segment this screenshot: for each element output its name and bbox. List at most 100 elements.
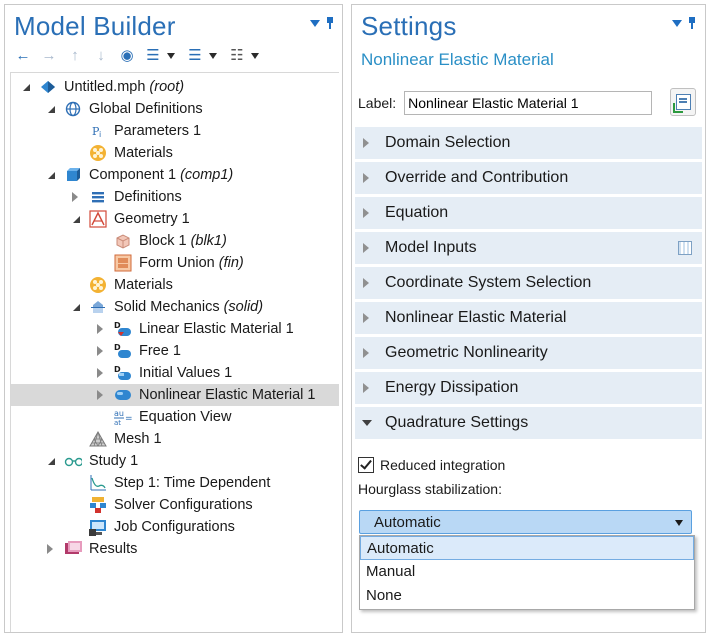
section-label: Nonlinear Elastic Material (385, 309, 567, 326)
section-header[interactable]: Nonlinear Elastic Material (355, 302, 702, 337)
section-label: Coordinate System Selection (385, 274, 592, 291)
tree-item-text: Materials (114, 277, 173, 293)
collapse-node-icon[interactable] (44, 455, 56, 467)
tree-item-label: Definitions (114, 189, 182, 205)
collapse-node-icon[interactable] (44, 169, 56, 181)
tree-item[interactable]: D Free 1 (11, 340, 339, 362)
tree-item[interactable]: D Initial Values 1 (11, 362, 339, 384)
free-icon: D (114, 342, 132, 360)
tree-item[interactable]: Solver Configurations (11, 494, 339, 516)
expand-node-icon[interactable] (94, 323, 106, 335)
section-header[interactable]: Energy Dissipation (355, 372, 702, 407)
tree-options-caret-icon[interactable] (251, 53, 259, 59)
tree-item[interactable]: Geometry 1 (11, 208, 339, 230)
tree-item[interactable]: auat =f Equation View (11, 406, 339, 428)
tree-item[interactable]: Solid Mechanics (solid) (11, 296, 339, 318)
globe-icon (64, 100, 82, 118)
panel-menu-icon[interactable] (672, 19, 682, 27)
expand-node-icon[interactable] (94, 367, 106, 379)
reduced-integration-row[interactable]: Reduced integration (358, 455, 699, 475)
pin-icon[interactable] (688, 17, 696, 29)
expand-node-icon[interactable] (94, 345, 106, 357)
tree-item-text: Parameters 1 (114, 123, 202, 139)
tree-item[interactable]: D Linear Elastic Material 1 (11, 318, 339, 340)
expand-sections-caret-icon[interactable] (167, 53, 175, 59)
collapse-node-icon[interactable] (19, 81, 31, 93)
expand-node-icon[interactable] (94, 389, 106, 401)
nonlinear-elastic-icon (114, 386, 132, 404)
tree-item[interactable]: Step 1: Time Dependent (11, 472, 339, 494)
model-tree: Untitled.mph (root) Global Definitions Pi Pa… (10, 72, 339, 632)
section-header[interactable]: Model Inputs (355, 232, 702, 267)
solver-config-icon (89, 496, 107, 514)
section-header[interactable]: Quadrature Settings (355, 407, 702, 442)
settings-subtitle: Nonlinear Elastic Material (361, 50, 554, 69)
svg-text:=f: =f (125, 414, 132, 424)
expand-node-icon[interactable] (44, 543, 56, 555)
section-header[interactable]: Override and Contribution (355, 162, 702, 197)
collapse-sections-caret-icon[interactable] (209, 53, 217, 59)
svg-text:at: at (114, 419, 121, 426)
tree-item-text: Free 1 (139, 343, 181, 359)
tree-item[interactable]: Pi Parameters 1 (11, 120, 339, 142)
tree-item[interactable]: Job Configurations (11, 516, 339, 538)
collapse-sections-icon[interactable]: ☰ (183, 45, 207, 67)
tree-item[interactable]: Form Union (fin) (11, 252, 339, 274)
panel-menu-icon[interactable] (310, 19, 320, 27)
tree-item[interactable]: Mesh 1 (11, 428, 339, 450)
arrow-up-icon[interactable]: ↑ (63, 45, 87, 67)
section-header[interactable]: Equation (355, 197, 702, 232)
block-icon (114, 232, 132, 250)
expand-sections-icon[interactable]: ☰ (141, 45, 165, 67)
hourglass-selected-value: Automatic (374, 514, 441, 531)
settings-panel: Settings Nonlinear Elastic Material Labe… (351, 4, 706, 633)
tree-item[interactable]: Definitions (11, 186, 339, 208)
section-label: Model Inputs (385, 239, 477, 256)
tree-item[interactable]: Materials (11, 142, 339, 164)
linear-elastic-icon: D (114, 320, 132, 338)
tree-item[interactable]: Component 1 (comp1) (11, 164, 339, 186)
reset-label-button[interactable] (670, 88, 696, 116)
show-icon[interactable]: ◉ (115, 45, 139, 67)
reduced-integration-checkbox[interactable] (358, 457, 374, 473)
label-caption: Label: (358, 95, 397, 111)
arrow-left-icon[interactable]: ← (11, 45, 35, 67)
time-dependent-icon (89, 474, 107, 492)
tree-item[interactable]: Study 1 (11, 450, 339, 472)
model-builder-toolbar: ← → ↑ ↓ ◉ ☰ ☰ ☷ (11, 45, 265, 67)
hourglass-option[interactable]: Manual (360, 560, 694, 584)
tree-options-icon[interactable]: ☷ (225, 45, 249, 67)
tree-item-label: Initial Values 1 (139, 365, 232, 381)
pin-icon[interactable] (326, 17, 334, 29)
hourglass-dropdown-list: Automatic Manual None (359, 535, 695, 610)
study-icon (64, 452, 82, 470)
chevron-right-icon (363, 208, 369, 218)
chevron-down-icon (362, 420, 372, 426)
edit-inputs-icon[interactable] (678, 241, 692, 255)
section-header[interactable]: Domain Selection (355, 127, 702, 162)
chevron-down-icon (675, 520, 683, 526)
hourglass-option[interactable]: Automatic (360, 536, 694, 560)
arrow-down-icon[interactable]: ↓ (89, 45, 113, 67)
hourglass-option[interactable]: None (360, 584, 694, 608)
tree-item[interactable]: Nonlinear Elastic Material 1 (11, 384, 339, 406)
tree-item[interactable]: Block 1 (blk1) (11, 230, 339, 252)
collapse-node-icon[interactable] (69, 213, 81, 225)
collapse-node-icon[interactable] (44, 103, 56, 115)
label-input[interactable] (404, 91, 653, 115)
expand-node-icon[interactable] (69, 191, 81, 203)
tree-item[interactable]: Materials (11, 274, 339, 296)
tree-item-label: Job Configurations (114, 519, 235, 535)
section-header[interactable]: Geometric Nonlinearity (355, 337, 702, 372)
section-header[interactable]: Coordinate System Selection (355, 267, 702, 302)
tree-item[interactable]: Global Definitions (11, 98, 339, 120)
model-icon (39, 78, 57, 96)
tree-item-tag: (root) (149, 79, 185, 95)
collapse-node-icon[interactable] (69, 301, 81, 313)
arrow-right-icon[interactable]: → (37, 45, 61, 67)
tree-item[interactable]: Untitled.mph (root) (11, 76, 339, 98)
tree-item-label: Component 1 (comp1) (89, 167, 233, 183)
chevron-right-icon (363, 243, 369, 253)
hourglass-stabilization-select[interactable]: Automatic (359, 510, 692, 534)
tree-item[interactable]: Results (11, 538, 339, 560)
